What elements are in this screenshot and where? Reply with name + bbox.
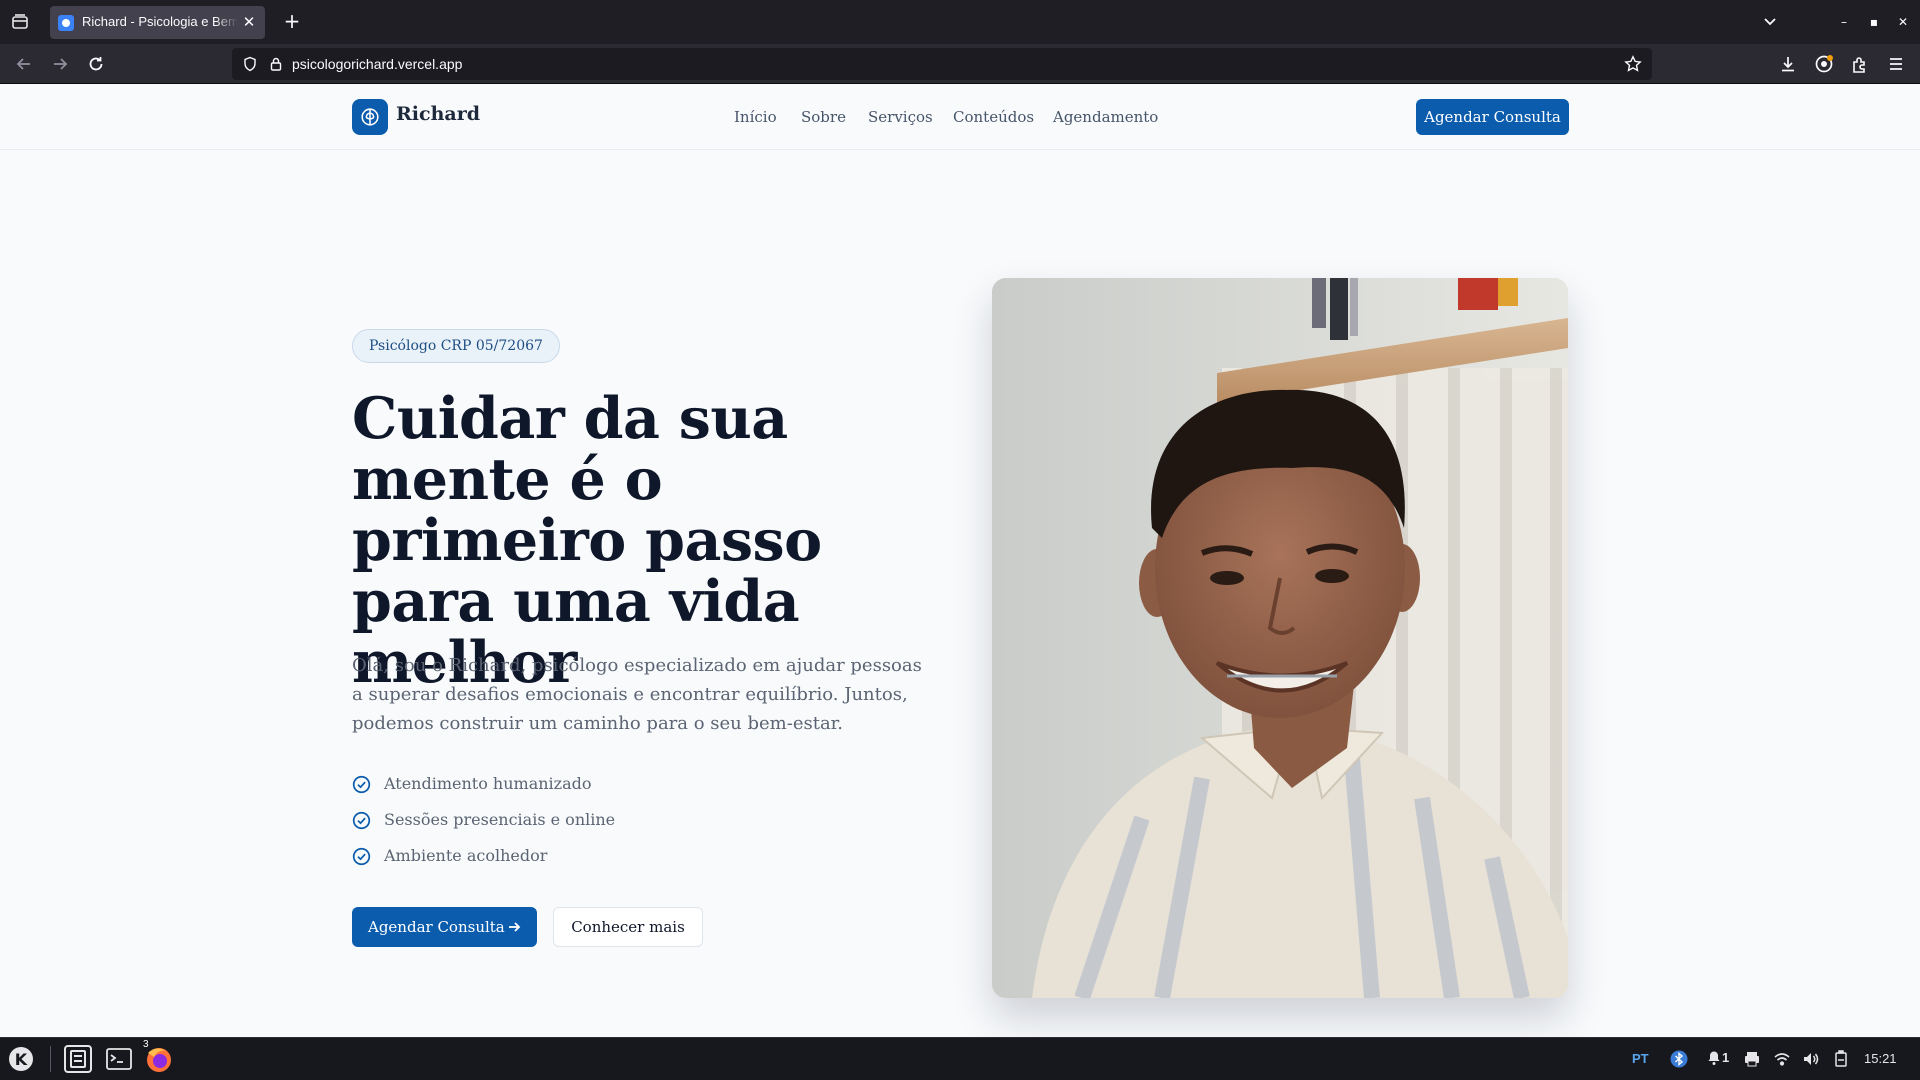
file-manager-icon[interactable] — [62, 1043, 94, 1075]
maximize-window-icon[interactable]: ▪ — [1864, 12, 1884, 32]
terminal-icon[interactable] — [103, 1043, 135, 1075]
check-circle-icon — [352, 775, 371, 794]
extensions-puzzle-icon[interactable] — [1850, 54, 1870, 74]
feature-label: Ambiente acolhedor — [384, 846, 548, 865]
psychologist-portrait-photo — [992, 278, 1568, 998]
schedule-button-label: Agendar Consulta — [368, 918, 505, 936]
back-arrow-icon[interactable] — [14, 54, 34, 74]
printer-icon[interactable] — [1743, 1050, 1761, 1068]
site-favicon-icon — [58, 15, 74, 31]
keyboard-layout-indicator[interactable]: PT — [1632, 1051, 1649, 1066]
system-taskbar: K 3 PT 1 15:21 — [0, 1037, 1920, 1080]
account-icon[interactable] — [1814, 54, 1834, 74]
downloads-icon[interactable] — [1778, 54, 1798, 74]
wifi-icon[interactable] — [1773, 1050, 1791, 1068]
notifications-count: 1 — [1722, 1050, 1730, 1065]
header-schedule-button[interactable]: Agendar Consulta — [1416, 99, 1569, 135]
bookmark-star-icon[interactable] — [1624, 55, 1642, 73]
firefox-window-count: 3 — [142, 1039, 150, 1050]
battery-icon[interactable] — [1832, 1050, 1850, 1068]
close-tab-icon[interactable]: ✕ — [241, 14, 257, 30]
close-window-icon[interactable]: ✕ — [1893, 12, 1913, 32]
forward-arrow-icon[interactable] — [50, 54, 70, 74]
nav-link-sobre[interactable]: Sobre — [801, 108, 846, 126]
notification-bell-icon — [1708, 1051, 1720, 1065]
check-circle-icon — [352, 811, 371, 830]
taskbar-separator — [50, 1046, 51, 1072]
hero-title: Cuidar da sua mente é o primeiro passo p… — [352, 385, 822, 696]
url-text[interactable]: psicologorichard.vercel.app — [292, 56, 462, 72]
app-menu-hamburger-icon[interactable] — [1886, 54, 1906, 74]
nav-link-inicio[interactable]: Início — [734, 108, 777, 126]
reload-icon[interactable] — [86, 54, 106, 74]
address-bar[interactable]: psicologorichard.vercel.app — [232, 48, 1652, 80]
firefox-taskbar-icon[interactable]: 3 — [142, 1039, 174, 1075]
tab-overflow-chevron-icon[interactable] — [1760, 12, 1780, 32]
crp-badge: Psicólogo CRP 05/72067 — [352, 329, 560, 363]
site-header: Richard Início Sobre Serviços Conteúdos … — [0, 85, 1920, 150]
portrait-illustration — [992, 278, 1568, 998]
kde-launcher-icon[interactable]: K — [5, 1043, 37, 1075]
svg-text:K: K — [15, 1050, 28, 1069]
brain-logo-icon[interactable] — [352, 99, 388, 135]
lock-icon[interactable] — [268, 56, 284, 72]
browser-nav-bar: psicologorichard.vercel.app — [0, 44, 1920, 84]
volume-icon[interactable] — [1802, 1050, 1820, 1068]
minimize-window-icon[interactable]: – — [1834, 12, 1854, 32]
hero-description: Olá, sou o Richard, psicólogo especializ… — [352, 655, 922, 734]
browser-tab-bar: Richard - Psicologia e Bem-Estar ✕ + – ▪… — [0, 0, 1920, 44]
nav-link-agendamento[interactable]: Agendamento — [1053, 108, 1158, 126]
web-page: Richard Início Sobre Serviços Conteúdos … — [0, 85, 1920, 1037]
brand-name[interactable]: Richard — [396, 103, 480, 125]
feature-label: Sessões presenciais e online — [384, 810, 616, 829]
nav-link-conteudos[interactable]: Conteúdos — [953, 108, 1034, 126]
system-clock[interactable]: 15:21 — [1864, 1051, 1897, 1066]
arrow-right-icon — [509, 922, 521, 932]
schedule-consultation-button[interactable]: Agendar Consulta — [352, 907, 537, 947]
tracking-protection-shield-icon[interactable] — [242, 56, 258, 72]
list-all-tabs-icon[interactable] — [10, 12, 30, 32]
new-tab-button[interactable]: + — [280, 10, 304, 34]
notifications-tray[interactable]: 1 — [1706, 1050, 1732, 1068]
browser-tab[interactable]: Richard - Psicologia e Bem-Estar ✕ — [50, 6, 265, 39]
tab-title: Richard - Psicologia e Bem-Estar — [82, 14, 238, 29]
bluetooth-icon[interactable] — [1670, 1050, 1688, 1068]
nav-link-servicos[interactable]: Serviços — [868, 108, 933, 126]
learn-more-button[interactable]: Conhecer mais — [553, 907, 703, 947]
check-circle-icon — [352, 847, 371, 866]
feature-label: Atendimento humanizado — [384, 774, 592, 793]
